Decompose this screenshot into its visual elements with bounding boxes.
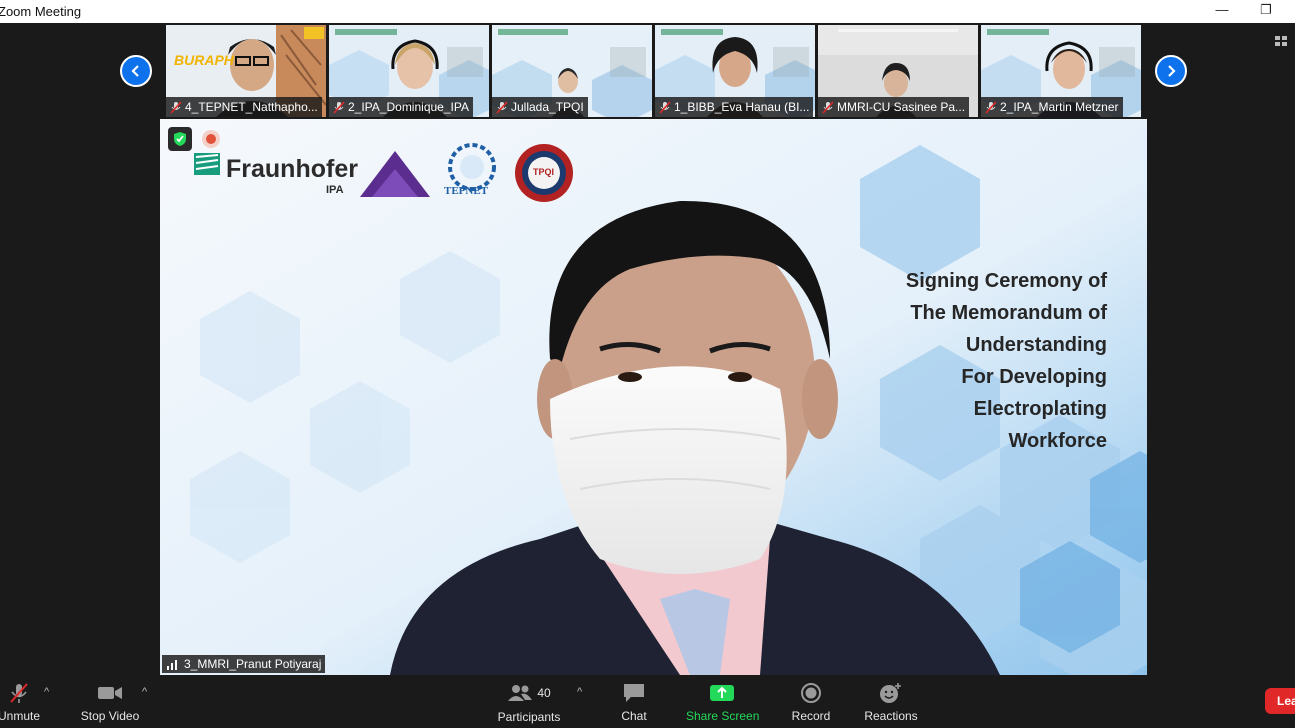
prev-page-button[interactable] bbox=[120, 55, 152, 87]
record-icon bbox=[801, 683, 821, 703]
slide-title-line: Electroplating bbox=[973, 398, 1107, 420]
participant-tile[interactable]: 2_IPA_Dominique_IPA bbox=[329, 25, 489, 117]
chat-icon bbox=[624, 684, 644, 702]
chevron-right-icon bbox=[1168, 65, 1176, 77]
unmute-label: Unmute bbox=[0, 709, 41, 723]
mic-muted-icon bbox=[333, 100, 345, 114]
slide-title-line: Understanding bbox=[965, 334, 1107, 356]
participant-label: 2_IPA_Dominique_IPA bbox=[329, 97, 473, 117]
chat-label: Chat bbox=[621, 709, 647, 723]
recording-indicator bbox=[202, 130, 220, 148]
share-screen-icon bbox=[710, 685, 734, 701]
speaker-name: 3_MMRI_Pranut Potiyaraj bbox=[184, 657, 322, 671]
participants-label: Participants bbox=[497, 710, 561, 724]
participant-tile[interactable]: BURAPH UNIVERS 4_TEPNET_Natthapho... bbox=[166, 25, 326, 117]
video-options-caret[interactable]: ^ bbox=[142, 686, 147, 698]
share-screen-label: Share Screen bbox=[686, 709, 760, 723]
participants-icon bbox=[508, 685, 533, 701]
participant-name: Jullada_TPQI bbox=[511, 100, 584, 114]
leave-button[interactable]: Lea bbox=[1265, 688, 1295, 714]
window-titlebar: Zoom Meeting — ❐ bbox=[0, 0, 1295, 23]
participant-strip: BURAPH UNIVERS 4_TEPNET_Natthapho... 2_I… bbox=[166, 25, 1141, 117]
chat-button[interactable]: Chat bbox=[614, 682, 654, 723]
tepnet-logo: TEPNET bbox=[444, 185, 489, 197]
mic-muted-icon bbox=[496, 100, 508, 114]
tpqi-logo: TPQI bbox=[533, 167, 555, 177]
active-speaker-video[interactable]: Fraunhofer IPA TEPNET TPQI Signing Cerem… bbox=[160, 119, 1147, 675]
record-button[interactable]: Record bbox=[788, 682, 834, 723]
participant-name: MMRI-CU Sasinee Pa... bbox=[837, 100, 966, 114]
record-dot-icon bbox=[206, 134, 216, 144]
shield-check-icon bbox=[174, 132, 186, 146]
slide-title-line: The Memorandum of bbox=[910, 302, 1107, 324]
mic-muted-icon bbox=[659, 100, 671, 114]
slide-title: Signing Ceremony of The Memorandum of Un… bbox=[906, 265, 1107, 457]
video-camera-icon bbox=[98, 687, 122, 699]
minimize-button[interactable]: — bbox=[1212, 2, 1232, 20]
mic-muted-icon bbox=[10, 683, 28, 703]
signal-bars-icon bbox=[167, 660, 177, 670]
participant-label: 1_BIBB_Eva Hanau (BI... bbox=[655, 97, 814, 117]
participant-label: MMRI-CU Sasinee Pa... bbox=[818, 97, 970, 117]
restore-button[interactable]: ❐ bbox=[1256, 2, 1276, 20]
gallery-view-icon[interactable] bbox=[1275, 36, 1289, 48]
fraunhofer-logo: Fraunhofer bbox=[226, 155, 358, 183]
mic-muted-icon bbox=[170, 100, 182, 114]
slide-title-line: For Developing bbox=[961, 366, 1107, 388]
participant-name: 2_IPA_Martin Metzner bbox=[1000, 100, 1119, 114]
participant-name: 2_IPA_Dominique_IPA bbox=[348, 100, 469, 114]
speaker-label: 3_MMRI_Pranut Potiyaraj bbox=[162, 655, 326, 673]
next-page-button[interactable] bbox=[1155, 55, 1187, 87]
banner-text: BURAPH UNIVERS bbox=[174, 53, 234, 67]
participants-button[interactable]: 40 Participants bbox=[496, 682, 562, 724]
reactions-button[interactable]: Reactions bbox=[862, 682, 920, 723]
participant-label: 4_TEPNET_Natthapho... bbox=[166, 97, 322, 117]
reactions-label: Reactions bbox=[864, 709, 918, 723]
chevron-left-icon bbox=[131, 65, 139, 77]
participant-tile[interactable]: Jullada_TPQI bbox=[492, 25, 652, 117]
stop-video-label: Stop Video bbox=[80, 709, 140, 723]
participants-count: 40 bbox=[537, 686, 551, 700]
slide-title-line: Workforce bbox=[1008, 430, 1107, 452]
mic-muted-icon bbox=[985, 100, 997, 114]
participant-tile[interactable]: 1_BIBB_Eva Hanau (BI... bbox=[655, 25, 815, 117]
participant-name: 4_TEPNET_Natthapho... bbox=[185, 100, 318, 114]
stop-video-button[interactable]: Stop Video bbox=[78, 682, 142, 723]
meeting-toolbar: Unmute ^ Stop Video ^ 40 Participants ^ … bbox=[0, 676, 1295, 728]
participant-tile[interactable]: MMRI-CU Sasinee Pa... bbox=[818, 25, 978, 117]
fraunhofer-ipa-label: IPA bbox=[326, 184, 344, 196]
mic-muted-icon bbox=[822, 100, 834, 114]
record-label: Record bbox=[791, 709, 831, 723]
slide-title-line: Signing Ceremony of bbox=[905, 270, 1107, 292]
participants-options-caret[interactable]: ^ bbox=[577, 686, 582, 698]
encryption-indicator[interactable] bbox=[168, 127, 192, 151]
share-screen-button[interactable]: Share Screen bbox=[686, 682, 760, 723]
smiley-plus-icon bbox=[880, 683, 901, 703]
unmute-button[interactable]: Unmute bbox=[0, 682, 44, 723]
participant-label: Jullada_TPQI bbox=[492, 97, 588, 117]
participant-tile[interactable]: 2_IPA_Martin Metzner bbox=[981, 25, 1141, 117]
window-title: Zoom Meeting bbox=[0, 4, 82, 19]
participant-name: 1_BIBB_Eva Hanau (BI... bbox=[674, 100, 810, 114]
participant-label: 2_IPA_Martin Metzner bbox=[981, 97, 1123, 117]
audio-options-caret[interactable]: ^ bbox=[44, 686, 49, 698]
